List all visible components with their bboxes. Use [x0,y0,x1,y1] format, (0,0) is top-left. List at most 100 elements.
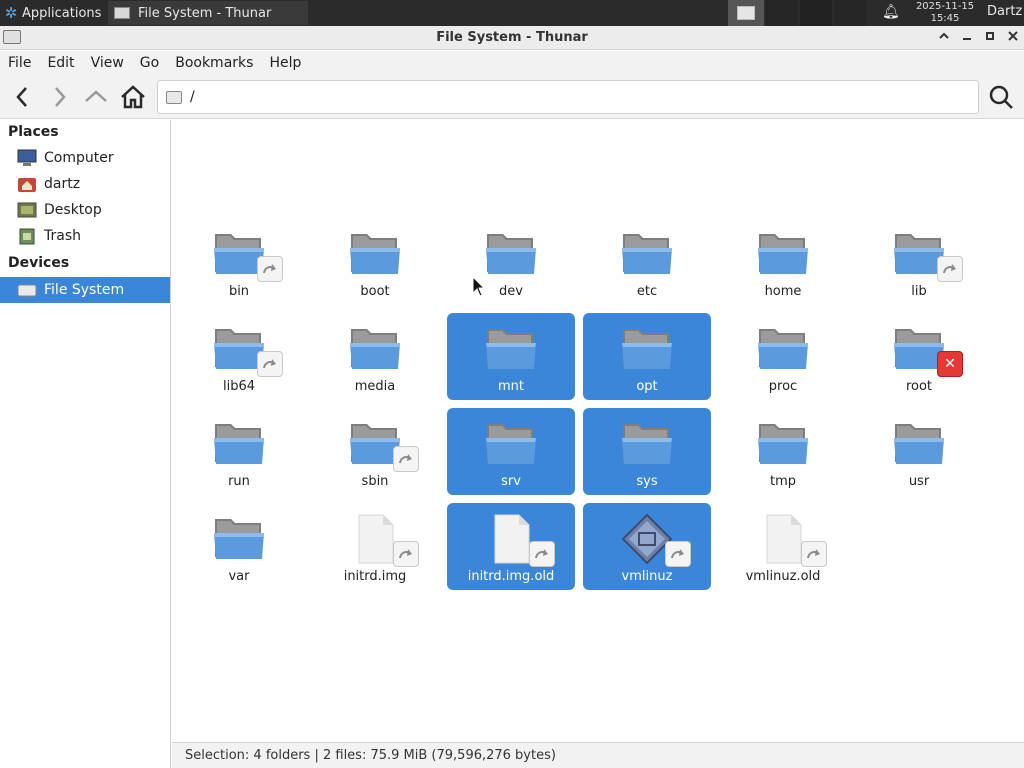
symlink-emblem-icon [801,541,827,567]
folder-icon [483,321,539,377]
folder-item-tmp[interactable]: tmp [719,408,847,495]
folder-item-etc[interactable]: etc [583,218,711,305]
folder-item-run[interactable]: run [175,408,303,495]
file-item-vmlinuz-old[interactable]: vmlinuz.old [719,503,847,590]
folder-item-mnt[interactable]: mnt [447,313,575,400]
file-item-label: mnt [498,379,524,394]
mouse-cursor-icon [472,276,486,297]
folder-item-opt[interactable]: opt [583,313,711,400]
search-button[interactable] [987,83,1015,111]
folder-item-proc[interactable]: proc [719,313,847,400]
home-button[interactable] [119,83,147,111]
folder-icon [211,321,283,377]
maximize-icon[interactable] [980,28,1000,48]
file-icon [755,511,827,567]
file-item-initrd-img-old[interactable]: initrd.img.old [447,503,575,590]
file-item-label: lib [911,284,927,299]
file-item-vmlinuz[interactable]: vmlinuz [583,503,711,590]
folder-item-usr[interactable]: usr [855,408,983,495]
taskbar-button-thunar[interactable]: File System - Thunar [108,1,308,25]
file-item-label: etc [636,284,658,299]
folder-icon [347,416,419,472]
menu-bookmarks[interactable]: Bookmarks [167,55,261,71]
file-item-initrd-img[interactable]: initrd.img [311,503,439,590]
status-bar: Selection: 4 folders | 2 files: 75.9 MiB… [172,742,1024,768]
window-titlebar[interactable]: File System - Thunar [0,26,1024,50]
folder-item-root[interactable]: ✕ root [855,313,983,400]
roll-up-icon[interactable] [934,28,954,48]
clock[interactable]: 2025-11-15 15:45 [908,1,982,25]
applications-menu-button[interactable]: ✲ Applications [0,0,102,26]
workspace-3[interactable] [800,0,832,26]
folder-item-dev[interactable]: dev [447,218,575,305]
parent-folder-button[interactable] [82,83,110,111]
folder-item-sys[interactable]: sys [583,408,711,495]
location-path: / [190,89,195,105]
file-item-label: media [354,379,396,394]
no-access-emblem-icon: ✕ [937,351,963,377]
sidebar-item-label: Computer [44,150,114,166]
sidebar-item-desktop[interactable]: Desktop [0,197,170,223]
sidebar-item-computer[interactable]: Computer [0,145,170,171]
clock-date: 2025-11-15 [915,1,975,12]
back-button[interactable] [9,83,37,111]
file-item-label: dev [499,284,523,299]
sidebar-item-file-system[interactable]: File System [0,277,170,303]
file-item-label: home [764,284,802,299]
file-item-label: opt [636,379,658,394]
xfce-logo-icon: ✲ [4,4,18,22]
close-icon[interactable] [1003,28,1023,48]
kernel-file-icon [619,511,691,567]
folder-icon [619,321,675,377]
notification-bell-icon[interactable]: 🔔︎ [882,4,900,20]
folder-item-lib[interactable]: lib [855,218,983,305]
arrow-up-icon [85,90,107,102]
sidebar-item-label: dartz [44,176,81,192]
folder-item-bin[interactable]: bin [175,218,303,305]
folder-item-home[interactable]: home [719,218,847,305]
sidebar-item-label: Desktop [44,202,102,218]
file-item-label: usr [908,474,930,489]
workspace-1[interactable] [728,0,764,26]
minimize-icon[interactable] [957,28,977,48]
forward-button[interactable] [45,83,73,111]
menu-edit[interactable]: Edit [39,55,82,71]
folder-icon [755,321,811,377]
file-icon [483,511,555,567]
folder-item-boot[interactable]: boot [311,218,439,305]
location-bar[interactable]: / [157,80,979,114]
menu-go[interactable]: Go [132,55,167,71]
file-icon-view[interactable]: bin boot dev etc home lib lib64 media mnt opt proc… [172,120,1024,742]
folder-item-lib64[interactable]: lib64 [175,313,303,400]
symlink-emblem-icon [257,351,283,377]
folder-icon: ✕ [891,321,963,377]
workspace-window-preview [737,6,755,20]
folder-item-media[interactable]: media [311,313,439,400]
menu-view[interactable]: View [83,55,132,71]
folder-item-srv[interactable]: srv [447,408,575,495]
sidebar-item-dartz[interactable]: dartz [0,171,170,197]
folder-icon [755,226,811,282]
symlink-emblem-icon [257,256,283,282]
workspace-2[interactable] [766,0,798,26]
drive-icon [166,90,182,104]
clock-time: 15:45 [930,13,960,24]
file-item-label: lib64 [222,379,256,394]
folder-icon [347,226,403,282]
folder-icon [211,416,267,472]
symlink-emblem-icon [393,541,419,567]
menu-help[interactable]: Help [261,55,309,71]
applications-label: Applications [22,5,102,21]
user-menu[interactable]: Dartz [987,4,1022,19]
folder-item-sbin[interactable]: sbin [311,408,439,495]
folder-icon [755,416,811,472]
file-item-label: sys [636,474,658,489]
workspace-4[interactable] [834,0,866,26]
menu-file[interactable]: File [0,55,39,71]
arrow-left-icon [16,87,27,107]
top-panel: ✲ Applications File System - Thunar 🔔︎ 2… [0,0,1024,26]
symlink-emblem-icon [937,256,963,282]
folder-item-var[interactable]: var [175,503,303,590]
file-item-label: root [905,379,933,394]
sidebar-item-trash[interactable]: Trash [0,223,170,249]
